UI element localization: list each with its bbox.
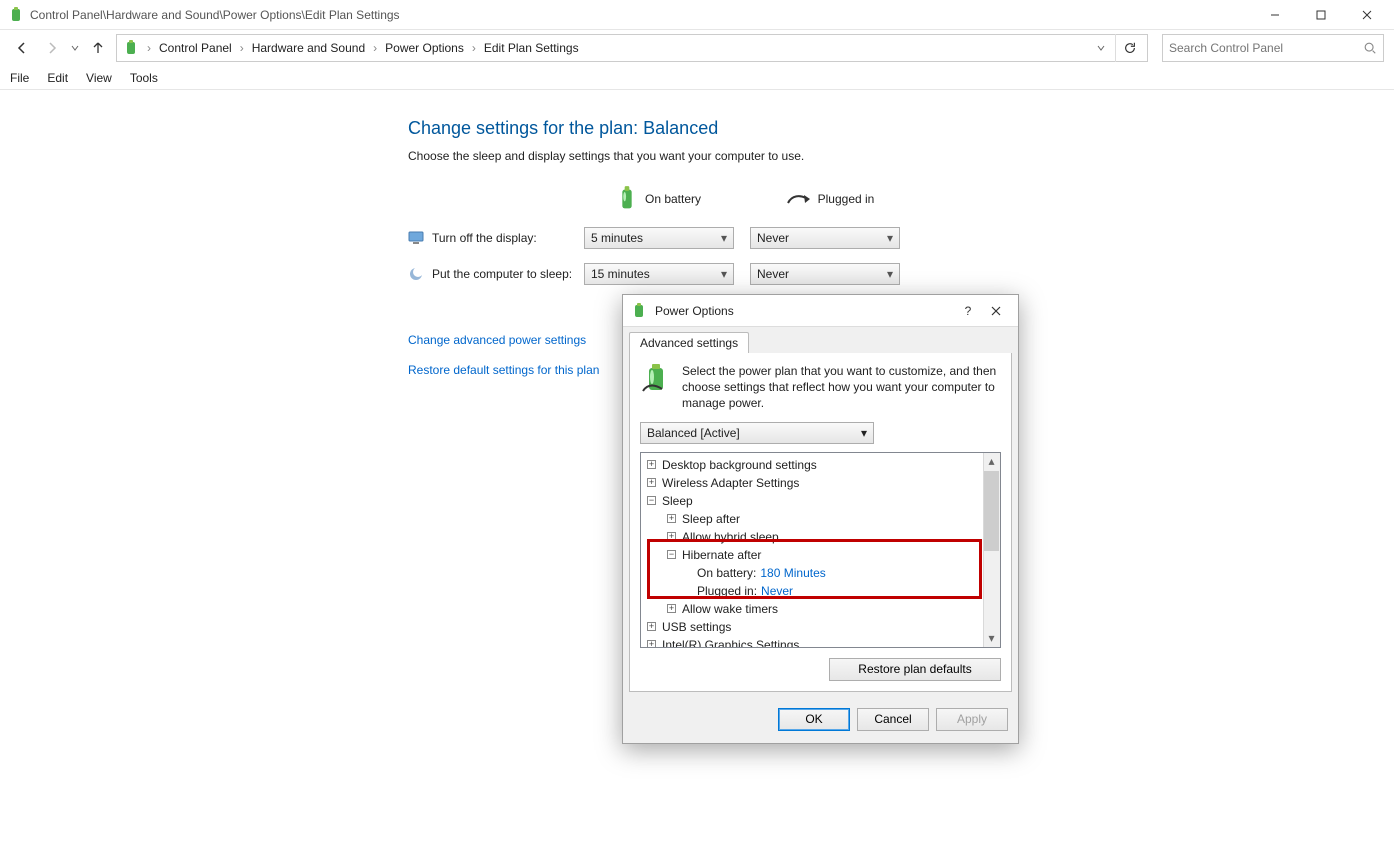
- back-button[interactable]: [10, 36, 34, 60]
- window-title: Control Panel\Hardware and Sound\Power O…: [30, 8, 400, 22]
- column-on-battery: On battery: [584, 185, 734, 213]
- recent-locations-button[interactable]: [70, 39, 80, 57]
- battery-icon: [617, 185, 637, 213]
- breadcrumb-item[interactable]: Hardware and Sound: [248, 39, 369, 57]
- scrollbar-thumb[interactable]: [984, 471, 999, 551]
- power-options-icon: [631, 303, 647, 319]
- dialog-help-button[interactable]: ?: [954, 299, 982, 323]
- menu-bar: File Edit View Tools: [0, 66, 1394, 90]
- dialog-title: Power Options: [655, 304, 954, 318]
- restore-plan-defaults-button[interactable]: Restore plan defaults: [829, 658, 1001, 681]
- settings-grid: On battery Plugged in Turn off the displ…: [408, 185, 1394, 285]
- cancel-button[interactable]: Cancel: [857, 708, 929, 731]
- dialog-close-button[interactable]: [982, 299, 1010, 323]
- address-dropdown-button[interactable]: [1091, 44, 1111, 52]
- tree-item-usb[interactable]: +USB settings: [645, 618, 1000, 636]
- refresh-button[interactable]: [1115, 34, 1143, 62]
- window-titlebar: Control Panel\Hardware and Sound\Power O…: [0, 0, 1394, 30]
- tree-value-hibernate-battery[interactable]: On battery:180 Minutes: [645, 564, 1000, 582]
- close-button[interactable]: [1344, 0, 1390, 30]
- sleep-plugged-dropdown[interactable]: Never▾: [750, 263, 900, 285]
- breadcrumb-item[interactable]: Edit Plan Settings: [480, 39, 583, 57]
- column-plugged-in: Plugged in: [750, 191, 900, 207]
- tree-item-wake-timers[interactable]: +Allow wake timers: [645, 600, 1000, 618]
- up-button[interactable]: [86, 36, 110, 60]
- tree-value-hibernate-plugged[interactable]: Plugged in:Never: [645, 582, 1000, 600]
- tree-item-intel-graphics[interactable]: +Intel(R) Graphics Settings: [645, 636, 1000, 648]
- power-options-dialog: Power Options ? Advanced settings Select…: [622, 294, 1019, 744]
- plug-icon: [786, 191, 810, 207]
- monitor-icon: [408, 230, 424, 246]
- forward-button[interactable]: [40, 36, 64, 60]
- chevron-down-icon: ▾: [861, 426, 867, 440]
- chevron-right-icon[interactable]: ›: [371, 41, 379, 55]
- sleep-battery-dropdown[interactable]: 15 minutes▾: [584, 263, 734, 285]
- tree-item-hibernate-after[interactable]: −Hibernate after: [645, 546, 1000, 564]
- chevron-right-icon[interactable]: ›: [470, 41, 478, 55]
- chevron-down-icon: ▾: [721, 267, 727, 281]
- apply-button[interactable]: Apply: [936, 708, 1008, 731]
- tab-advanced-settings[interactable]: Advanced settings: [629, 332, 749, 353]
- navigation-row: › Control Panel › Hardware and Sound › P…: [0, 30, 1394, 66]
- power-options-icon: [123, 40, 139, 56]
- page-subheading: Choose the sleep and display settings th…: [408, 149, 1394, 163]
- moon-icon: [408, 266, 424, 282]
- dialog-description: Select the power plan that you want to c…: [682, 363, 1001, 412]
- menu-view[interactable]: View: [86, 71, 112, 85]
- chevron-right-icon[interactable]: ›: [238, 41, 246, 55]
- chevron-right-icon[interactable]: ›: [145, 41, 153, 55]
- page-heading: Change settings for the plan: Balanced: [408, 118, 1394, 139]
- ok-button[interactable]: OK: [778, 708, 850, 731]
- display-battery-dropdown[interactable]: 5 minutes▾: [584, 227, 734, 249]
- dialog-tabpanel: Select the power plan that you want to c…: [629, 352, 1012, 692]
- chevron-down-icon: ▾: [887, 231, 893, 245]
- chevron-down-icon: ▾: [887, 267, 893, 281]
- breadcrumb-item[interactable]: Control Panel: [155, 39, 236, 57]
- dialog-titlebar: Power Options ?: [623, 295, 1018, 327]
- tree-item-hybrid-sleep[interactable]: +Allow hybrid sleep: [645, 528, 1000, 546]
- search-icon[interactable]: [1363, 41, 1377, 55]
- row-display-label: Turn off the display:: [408, 230, 584, 246]
- column-label: On battery: [645, 192, 701, 206]
- tree-item-wireless[interactable]: +Wireless Adapter Settings: [645, 474, 1000, 492]
- address-bar[interactable]: › Control Panel › Hardware and Sound › P…: [116, 34, 1148, 62]
- plan-dropdown[interactable]: Balanced [Active]▾: [640, 422, 874, 444]
- chevron-down-icon: ▾: [721, 231, 727, 245]
- tree-item-desktop-bg[interactable]: +Desktop background settings: [645, 456, 1000, 474]
- scroll-up-button[interactable]: ▴: [983, 453, 1000, 470]
- row-sleep-label: Put the computer to sleep:: [408, 266, 584, 282]
- tree-item-sleep[interactable]: −Sleep: [645, 492, 1000, 510]
- power-plan-icon: [640, 363, 672, 395]
- menu-tools[interactable]: Tools: [130, 71, 158, 85]
- display-plugged-dropdown[interactable]: Never▾: [750, 227, 900, 249]
- search-input[interactable]: [1169, 41, 1363, 55]
- dialog-button-row: OK Cancel Apply: [623, 698, 1018, 743]
- scroll-down-button[interactable]: ▾: [983, 630, 1000, 647]
- menu-file[interactable]: File: [10, 71, 29, 85]
- menu-edit[interactable]: Edit: [47, 71, 68, 85]
- settings-tree: +Desktop background settings +Wireless A…: [640, 452, 1001, 648]
- maximize-button[interactable]: [1298, 0, 1344, 30]
- power-options-icon: [8, 7, 24, 23]
- minimize-button[interactable]: [1252, 0, 1298, 30]
- search-box[interactable]: [1162, 34, 1384, 62]
- column-label: Plugged in: [818, 192, 875, 206]
- tree-item-sleep-after[interactable]: +Sleep after: [645, 510, 1000, 528]
- dialog-tabstrip: Advanced settings: [623, 331, 1018, 353]
- breadcrumb-item[interactable]: Power Options: [381, 39, 468, 57]
